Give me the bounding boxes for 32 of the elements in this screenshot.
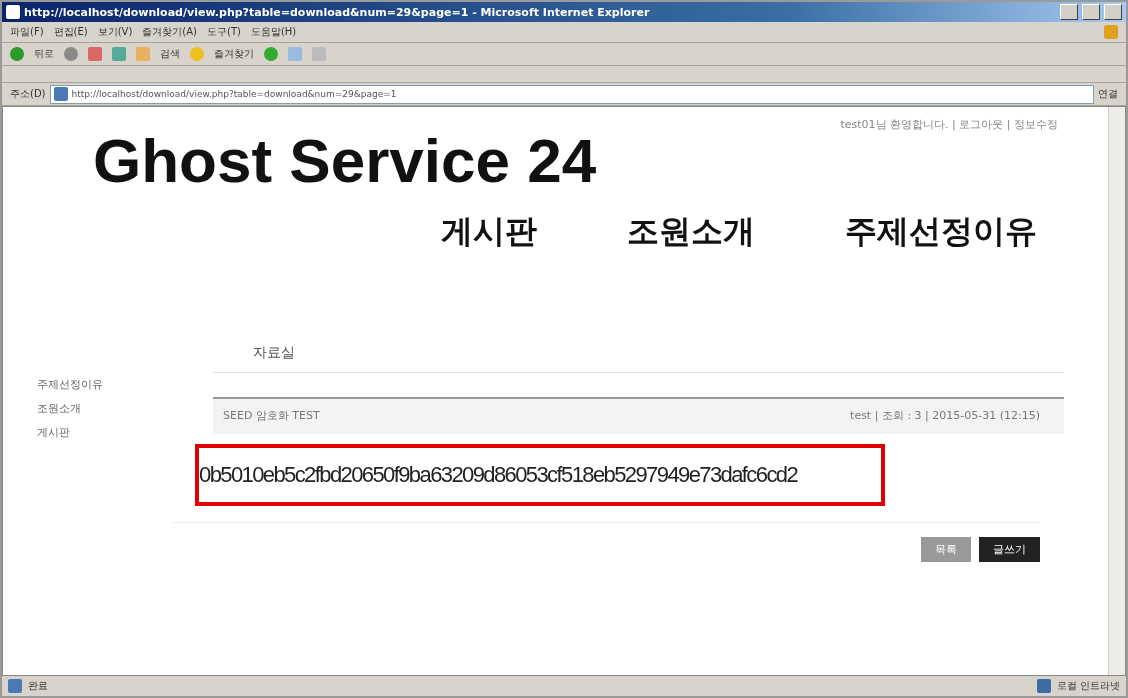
menu-item[interactable]: 파일(F) [10, 25, 44, 39]
user-links[interactable]: test01님 환영합니다. | 로그아웃 | 정보수정 [840, 117, 1058, 132]
menu-item[interactable]: 도움말(H) [250, 25, 297, 39]
sidebar-link[interactable]: 조원소개 [37, 401, 173, 416]
address-field[interactable]: http://localhost/download/view.php?table=download&num=29&page=1 [49, 84, 1094, 104]
menu-item[interactable]: 편집(E) [53, 25, 88, 39]
nav-link[interactable]: 주제선정이유 [845, 210, 1037, 254]
address-label: 주소(D) [10, 87, 46, 101]
scrollbar[interactable] [1108, 107, 1125, 675]
favorites-button[interactable]: 즐겨찾기 [214, 47, 254, 61]
back-button[interactable]: 뒤로 [34, 47, 54, 61]
maximize-button[interactable] [1082, 4, 1100, 20]
zone-text: 로컬 인트라넷 [1056, 679, 1120, 693]
post-body: 0b5010eb5c2fbd20650f9ba63209d86053cf518eb5297949e73dafc6cd2 [195, 444, 885, 506]
write-button[interactable]: 글쓰기 [979, 537, 1040, 562]
search-button[interactable]: 검색 [160, 47, 180, 61]
close-button[interactable] [1104, 4, 1122, 20]
window-title: http://localhost/download/view.php?table=download&num=29&page=1 - Microsoft Internet Explorer [24, 5, 651, 19]
sidebar-link[interactable]: 주제선정이유 [37, 377, 173, 392]
menu-item[interactable]: 도구(T) [207, 25, 241, 39]
minimize-button[interactable] [1060, 4, 1078, 20]
section-title: 자료실 [213, 332, 1064, 373]
menu-item[interactable]: 보기(V) [97, 25, 133, 39]
go-button[interactable]: 연결 [1098, 87, 1118, 101]
nav-link[interactable]: 조원소개 [627, 210, 755, 254]
sidebar-link[interactable]: 게시판 [37, 425, 173, 440]
post-meta: test | 조회 : 3 | 2015-05-31 (12:15) [850, 408, 1040, 423]
nav-link[interactable]: 게시판 [441, 210, 537, 254]
status-text: 완료 [28, 679, 48, 693]
post-title: SEED 암호화 TEST [223, 408, 320, 423]
menu-item[interactable]: 즐겨찾기(A) [142, 25, 197, 39]
site-logo: Ghost Service 24 [93, 125, 597, 196]
